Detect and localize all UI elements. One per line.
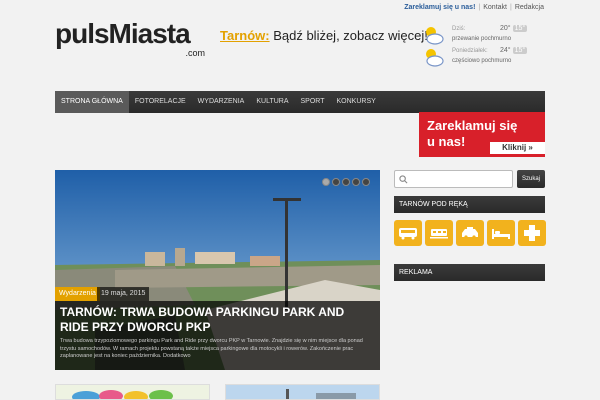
slider-dot[interactable] — [332, 178, 340, 186]
slider-pagination — [322, 178, 370, 186]
nav-item-events[interactable]: WYDARZENIA — [192, 91, 251, 113]
weather-temp-now: 20° — [500, 25, 511, 32]
weather-temp: 24° 15° — [500, 47, 528, 54]
logo-text: pulsMiasta — [55, 18, 191, 49]
search-form: Szukaj — [394, 170, 545, 188]
ad-click-button[interactable]: Kliknij » — [490, 142, 545, 154]
handy-section-title: TARNÓW POD RĘKĄ — [394, 196, 545, 213]
weather-temp-now: 24° — [500, 47, 511, 54]
taxi-icon — [462, 227, 478, 239]
logo-domain: .com — [185, 48, 205, 58]
tagline-city[interactable]: Tarnów: — [220, 28, 270, 43]
main-nav: STRONA GŁÓWNA FOTORELACJE WYDARZENIA KUL… — [55, 91, 545, 113]
slider-dot[interactable] — [322, 178, 330, 186]
separator: | — [509, 4, 512, 11]
train-icon — [430, 229, 448, 239]
search-icon — [399, 175, 408, 184]
ad-line-2: u nas! — [427, 134, 466, 149]
partly-cloudy-icon — [426, 27, 444, 45]
featured-slider[interactable]: Wydarzenia 19 maja, 2015 TARNÓW: TRWA BU… — [55, 170, 380, 370]
tagline-text: Bądź bliżej, zobacz więcej! — [269, 28, 428, 43]
weather-temp-other: 15° — [512, 47, 528, 54]
hospital-icon — [524, 225, 540, 241]
slider-dot[interactable] — [352, 178, 360, 186]
weather-desc: przewanie pochmurno — [452, 36, 512, 42]
search-input[interactable] — [394, 170, 513, 188]
nav-item-sport[interactable]: SPORT — [295, 91, 331, 113]
advertise-link[interactable]: Zareklamuj się u nas! — [404, 4, 475, 11]
top-links: Zareklamuj się u nas! | Kontakt | Redakcja — [404, 4, 544, 11]
nav-item-photos[interactable]: FOTORELACJE — [129, 91, 192, 113]
weather-desc: częściowo pochmurno — [452, 58, 512, 64]
hotel-icon — [492, 229, 510, 239]
slider-dot[interactable] — [342, 178, 350, 186]
article-title[interactable]: TARNÓW: TRWA BUDOWA PARKINGU PARK AND RI… — [60, 305, 375, 335]
article-excerpt: Trwa budowa trzypoziomowego parkingu Par… — [60, 338, 363, 359]
date-badge: 19 maja, 2015 — [97, 287, 150, 301]
train-tile[interactable] — [425, 220, 453, 246]
hotel-tile[interactable] — [487, 220, 515, 246]
taxi-tile[interactable] — [456, 220, 484, 246]
separator: | — [478, 4, 481, 11]
slider-caption: TARNÓW: TRWA BUDOWA PARKINGU PARK AND RI… — [55, 301, 380, 370]
weather-day: Dziś: — [452, 26, 466, 32]
thumbnail-image — [226, 385, 379, 399]
site-logo[interactable]: pulsMiasta .com — [55, 18, 205, 58]
handy-tiles — [394, 220, 546, 246]
ad-line-1: Zareklamuj się — [427, 118, 518, 133]
nav-item-culture[interactable]: KULTURA — [250, 91, 294, 113]
partly-cloudy-icon — [426, 49, 444, 67]
editorial-link[interactable]: Redakcja — [515, 4, 544, 11]
weather-temp-other: 15° — [512, 25, 528, 32]
category-badge[interactable]: Wydarzenia — [55, 287, 100, 301]
bus-icon — [399, 228, 417, 240]
search-button[interactable]: Szukaj — [517, 170, 545, 188]
nav-item-home[interactable]: STRONA GŁÓWNA — [55, 91, 129, 113]
weather-temp: 20° 15° — [500, 25, 528, 32]
thumbnail-image — [56, 385, 209, 399]
ads-section-title: REKLAMA — [394, 264, 545, 281]
nav-item-contests[interactable]: KONKURSY — [331, 91, 382, 113]
article-thumbnail[interactable] — [55, 384, 210, 400]
slider-dot[interactable] — [362, 178, 370, 186]
bus-tile[interactable] — [394, 220, 422, 246]
weather-monday: Poniedziałek: 24° 15° częściowo pochmurno — [422, 46, 552, 68]
contact-link[interactable]: Kontakt — [483, 4, 507, 11]
advertise-banner[interactable]: Zareklamuj się u nas! Kliknij » — [419, 112, 545, 157]
weather-day: Poniedziałek: — [452, 48, 488, 54]
tagline: Tarnów: Bądź bliżej, zobacz więcej! — [220, 28, 428, 43]
article-thumbnail[interactable] — [225, 384, 380, 400]
weather-today: Dziś: 20° 15° przewanie pochmurno — [422, 24, 552, 46]
hospital-tile[interactable] — [518, 220, 546, 246]
